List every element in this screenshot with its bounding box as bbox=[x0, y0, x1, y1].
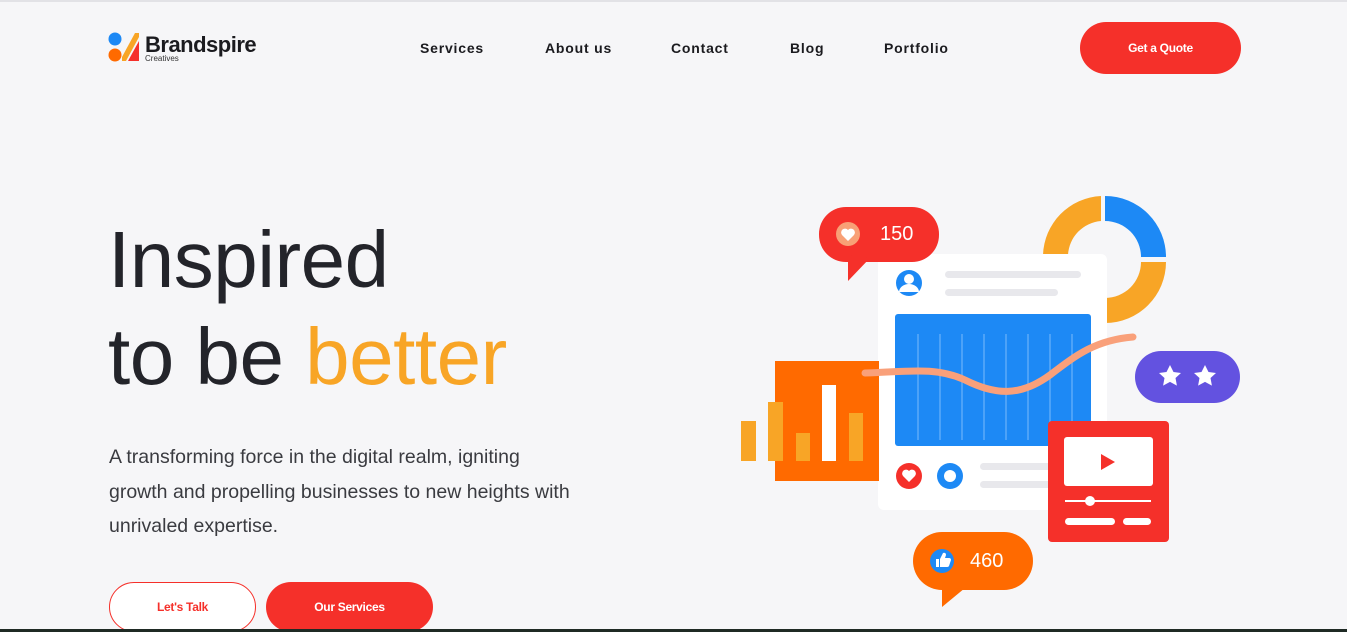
thumbs-count: 460 bbox=[970, 550, 1003, 572]
rating-bubble bbox=[1135, 351, 1240, 403]
hero-illustration: 150 460 bbox=[741, 196, 1240, 607]
likes-count: 150 bbox=[880, 223, 913, 245]
bar-chart-icon bbox=[741, 361, 879, 481]
video-player-icon bbox=[1048, 421, 1169, 542]
